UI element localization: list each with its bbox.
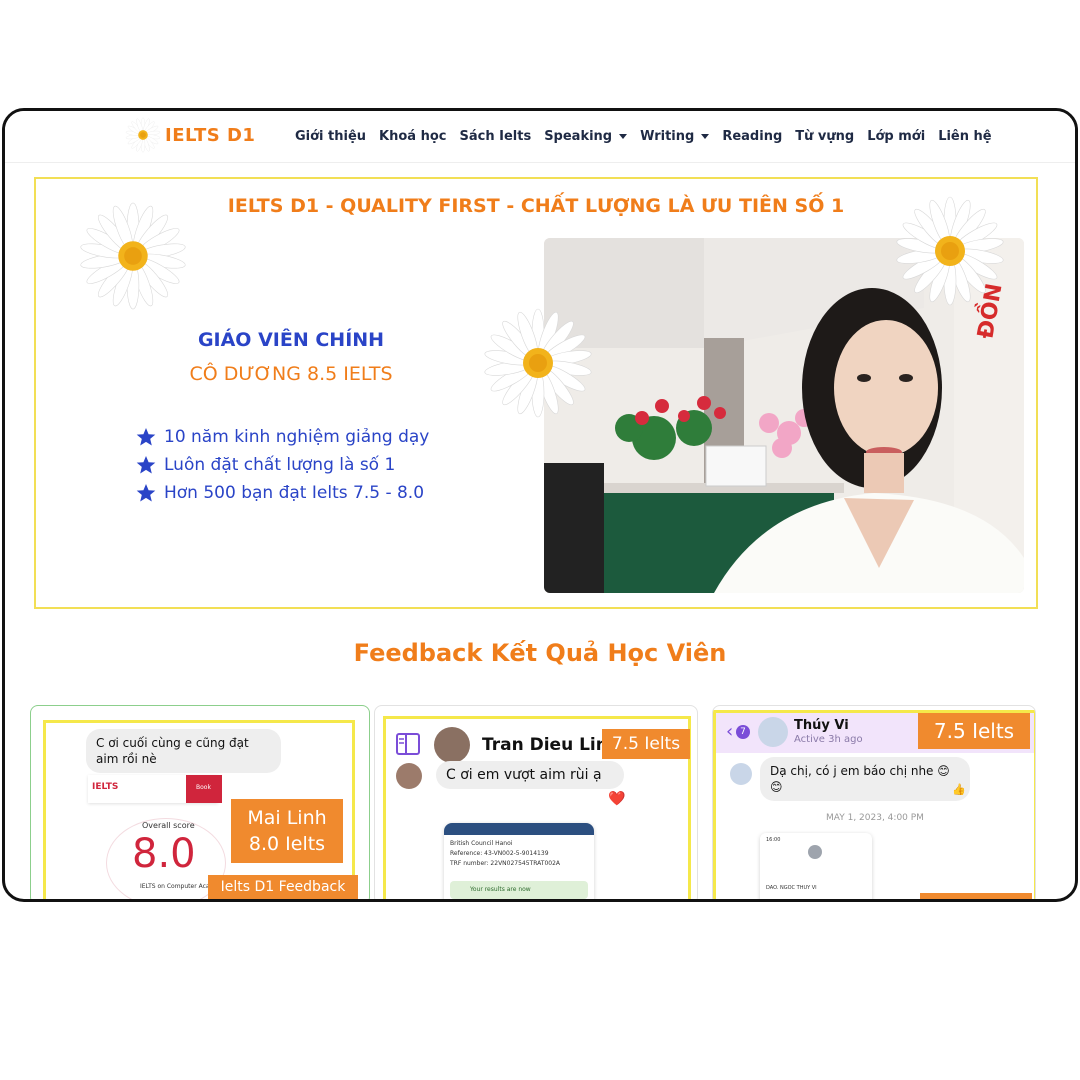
browser-frame: IELTS D1 Giới thiệu Khoá học Sách Ielts … — [2, 108, 1078, 902]
doc-ref: Reference: 43-VN002-5-9014139 — [450, 850, 549, 857]
highlight-item: Hơn 500 bạn đạt Ielts 7.5 - 8.0 — [136, 479, 429, 507]
highlight-text: Hơn 500 bạn đạt Ielts 7.5 - 8.0 — [164, 483, 425, 503]
screenshot-status-bar — [444, 823, 594, 835]
score-tag: 7.5 Ielts — [918, 713, 1030, 749]
score-label: Overall score — [142, 821, 195, 830]
back-chevron-icon[interactable]: ‹ — [726, 721, 733, 742]
card-frame: C ơi cuối cùng e cũng đạt aim rồi nè IEL… — [43, 720, 358, 899]
nav-item-lien-he[interactable]: Liên hệ — [938, 129, 991, 144]
nav-item-sach-ielts[interactable]: Sách Ielts — [460, 129, 532, 144]
nav-item-writing[interactable]: Writing — [640, 128, 710, 144]
thumbs-up-reaction-icon: 👍 — [952, 783, 966, 796]
star-icon — [136, 484, 156, 502]
avatar-small — [396, 763, 422, 789]
chevron-down-icon — [701, 133, 710, 139]
star-icon — [136, 428, 156, 446]
results-screenshot: British Council Hanoi Reference: 43-VN00… — [444, 823, 594, 899]
chevron-down-icon — [619, 133, 628, 139]
unread-count-badge: 7 — [736, 725, 750, 739]
nav-label: Khoá học — [379, 128, 447, 144]
chat-timestamp: MAY 1, 2023, 4:00 PM — [826, 813, 924, 823]
doc-org: British Council Hanoi — [450, 840, 513, 847]
active-status: Active 3h ago — [794, 734, 863, 745]
contact-avatar-icon — [808, 845, 822, 859]
nav-item-gioi-thieu[interactable]: Giới thiệu — [295, 129, 366, 144]
feedback-section-title: Feedback Kết Quả Học Viên — [353, 639, 727, 667]
highlight-item: Luôn đặt chất lượng là số 1 — [136, 451, 429, 479]
hero-section: IELTS D1 - QUALITY FIRST - CHẤT LƯỢNG LÀ… — [34, 177, 1038, 609]
teacher-role: GIÁO VIÊN CHÍNH — [197, 329, 385, 351]
chat-message: C ơi cuối cùng e cũng đạt aim rồi nè — [86, 729, 281, 773]
student-name: Mai Linh — [247, 807, 327, 829]
results-status: Your results are now — [450, 881, 588, 899]
daisy-decoration-icon — [79, 202, 187, 310]
feedback-card[interactable]: C ơi cuối cùng e cũng đạt aim rồi nè IEL… — [30, 705, 370, 899]
student-score: 8.0 Ielts — [248, 833, 326, 855]
teacher-name: CÔ DƯƠNG 8.5 IELTS — [189, 363, 393, 385]
heart-reaction-icon: ❤️ — [608, 791, 626, 807]
book-label: Book — [196, 784, 211, 791]
nav-item-speaking[interactable]: Speaking — [544, 128, 628, 144]
daisy-decoration-icon — [483, 308, 593, 418]
chat-sender-name: Tran Dieu Linh — [482, 735, 620, 755]
nav-item-lop-moi[interactable]: Lớp mới — [867, 129, 925, 144]
student-score-tag: Mai Linh 8.0 Ielts — [231, 799, 343, 863]
avatar-small — [730, 763, 752, 785]
card-frame: Tran Dieu Linh 7.5 Ielts C ơi em vượt ai… — [383, 716, 691, 899]
feedback-card[interactable]: Tran Dieu Linh 7.5 Ielts C ơi em vượt ai… — [374, 705, 698, 899]
score-tag-partial — [920, 893, 1032, 899]
card-frame: ‹ 7 Thúy Vi Active 3h ago 7.5 Ielts Dạ c… — [713, 710, 1035, 899]
nav-item-reading[interactable]: Reading — [722, 129, 782, 144]
phone-screenshot: 16:00 DAO. NGOC THUY VI — [760, 833, 872, 899]
brand-name: IELTS D1 — [165, 124, 256, 146]
app-logo: IELTS — [92, 782, 119, 792]
nav-item-khoa-hoc[interactable]: Khoá học — [379, 129, 446, 144]
feedback-footer-tag: Ielts D1 Feedback — [208, 875, 358, 899]
sidebar-toggle-icon[interactable] — [396, 733, 420, 755]
nav-item-tu-vung[interactable]: Từ vựng — [795, 129, 854, 144]
phone-time: 16:00 — [766, 837, 781, 843]
chat-message: C ơi em vượt aim rùi ạ — [436, 761, 624, 789]
doc-trf: TRF number: 22VN027545TRAT002A — [450, 860, 561, 867]
phone-contact-name: DAO. NGOC THUY VI — [766, 885, 817, 891]
nav-label: Speaking — [544, 128, 613, 144]
highlight-text: 10 năm kinh nghiệm giảng dạy — [164, 427, 430, 447]
daisy-logo-icon — [125, 117, 161, 153]
nav-label: Sách Ielts — [459, 128, 532, 144]
main-menu: Giới thiệu Khoá học Sách Ielts Speaking … — [295, 111, 1005, 161]
chat-message: Dạ chị, có j em báo chị nhe 😊😊 — [760, 757, 970, 801]
daisy-decoration-icon — [895, 196, 1005, 306]
teacher-highlights: 10 năm kinh nghiệm giảng dạy Luôn đặt ch… — [136, 423, 429, 507]
nav-label: Reading — [722, 128, 783, 144]
feedback-card[interactable]: ‹ 7 Thúy Vi Active 3h ago 7.5 Ielts Dạ c… — [712, 705, 1036, 899]
top-navigation: IELTS D1 Giới thiệu Khoá học Sách Ielts … — [5, 111, 1075, 163]
highlight-item: 10 năm kinh nghiệm giảng dạy — [136, 423, 429, 451]
book-button[interactable]: Book — [186, 775, 222, 803]
nav-label: Writing — [640, 128, 695, 144]
nav-label: Giới thiệu — [295, 128, 367, 144]
avatar — [434, 727, 470, 763]
nav-label: Lớp mới — [867, 128, 926, 144]
chat-sender-name: Thúy Vi — [794, 718, 849, 733]
avatar — [758, 717, 788, 747]
overall-score: 8.0 — [132, 831, 196, 877]
nav-label: Liên hệ — [938, 128, 992, 144]
score-tag: 7.5 Ielts — [602, 729, 690, 759]
brand-logo[interactable]: IELTS D1 — [125, 115, 255, 155]
star-icon — [136, 456, 156, 474]
highlight-text: Luôn đặt chất lượng là số 1 — [164, 455, 396, 475]
nav-label: Từ vựng — [795, 128, 855, 144]
